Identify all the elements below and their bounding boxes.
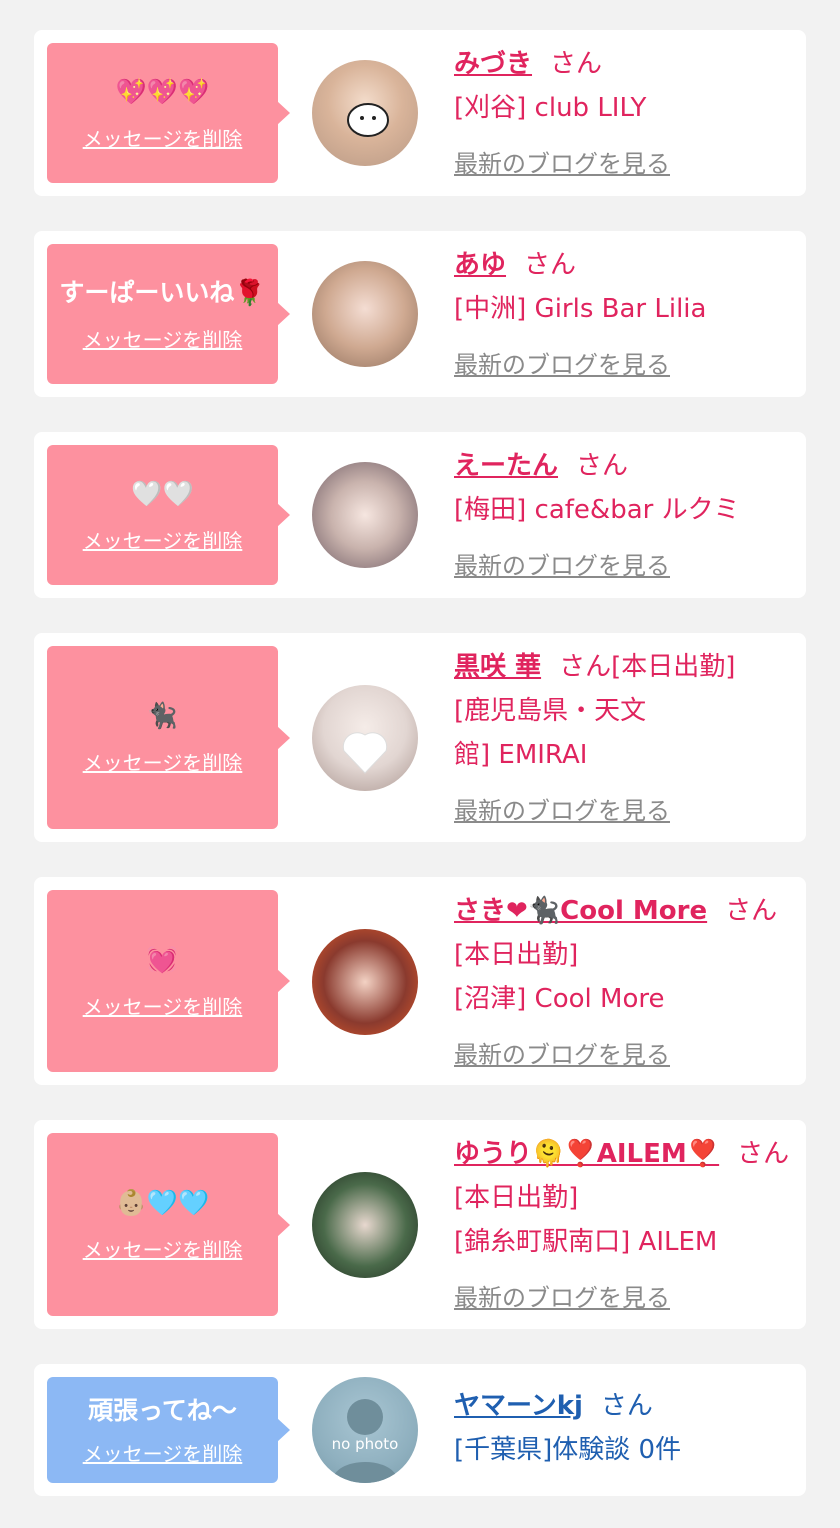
delete-message-link[interactable]: メッセージを削除 [83, 1438, 243, 1467]
message-bubble: 🤍🤍 メッセージを削除 [47, 445, 290, 585]
delete-message-link[interactable]: メッセージを削除 [83, 123, 243, 152]
avatar[interactable] [312, 261, 418, 367]
cast-name-link[interactable]: えーたん [454, 451, 558, 481]
message-card: すーぱーいいね🌹 メッセージを削除 あゆ さん [中洲] Girls Bar Li… [34, 231, 806, 397]
latest-blog-link[interactable]: 最新のブログを見る [454, 343, 670, 387]
cast-name-link[interactable]: みづき [454, 49, 532, 79]
message-text: すーぱーいいね🌹 [59, 277, 266, 307]
avatar[interactable]: no photo [312, 1377, 418, 1483]
message-card: 💖💖💖 メッセージを削除 みづき さん [刈谷] club LILY 最新のブログ… [34, 30, 806, 196]
shop-name: [鹿児島県・天文館] EMIRAI [454, 696, 647, 770]
message-text: 🐈‍⬛ [146, 701, 179, 730]
message-card: 🤍🤍 メッセージを削除 えーたん さん [梅田] cafe&bar ルクミ 最新の… [34, 432, 806, 598]
message-bubble: 🐈‍⬛ メッセージを削除 [47, 646, 290, 829]
no-photo-label: no photo [331, 1435, 399, 1453]
heart-sticker-icon [342, 732, 388, 774]
latest-blog-link[interactable]: 最新のブログを見る [454, 1033, 670, 1077]
cast-name-link[interactable]: あゆ [454, 250, 506, 280]
honorific: さん [524, 250, 577, 280]
message-bubble: 💖💖💖 メッセージを削除 [47, 43, 290, 183]
message-text: 🤍🤍 [131, 478, 194, 508]
profile-info: 黒咲 華さん[本日出勤] [鹿児島県・天文館] EMIRAI 最新のブログを見る [454, 645, 794, 833]
avatar[interactable] [312, 462, 418, 568]
latest-blog-link[interactable]: 最新のブログを見る [454, 544, 670, 588]
delete-message-link[interactable]: メッセージを削除 [83, 991, 243, 1020]
profile-info: ゆうり🫠❣️AILEM❣️ さん[本日出勤] [錦糸町駅南口] AILEM 最新の… [454, 1132, 794, 1320]
message-card: 頑張ってね〜 メッセージを削除 no photo ヤマーンkj さん [千葉県]体… [34, 1364, 806, 1496]
message-bubble: 頑張ってね〜 メッセージを削除 [47, 1377, 290, 1483]
message-card: 🐈‍⬛ メッセージを削除 黒咲 華さん[本日出勤] [鹿児島県・天文館] EMI… [34, 633, 806, 842]
delete-message-link[interactable]: メッセージを削除 [83, 747, 243, 776]
message-text: 👶🏼🩵🩵 [115, 1188, 210, 1217]
delete-message-link[interactable]: メッセージを削除 [83, 324, 243, 353]
message-card: 💓 メッセージを削除 さき❤︎🐈‍⬛Cool More さん[本日出勤] [沼津]… [34, 877, 806, 1085]
profile-info: あゆ さん [中洲] Girls Bar Lilia 最新のブログを見る [454, 243, 794, 387]
avatar[interactable] [312, 685, 418, 791]
shop-name: [梅田] cafe&bar ルクミ [454, 495, 740, 525]
latest-blog-link[interactable]: 最新のブログを見る [454, 1276, 670, 1320]
honorific: さん [600, 1391, 653, 1421]
profile-info: ヤマーンkj さん [千葉県]体験談 0件 [454, 1384, 794, 1472]
sticker-icon [347, 103, 389, 137]
profile-info: えーたん さん [梅田] cafe&bar ルクミ 最新のブログを見る [454, 444, 794, 588]
message-text: 頑張ってね〜 [88, 1395, 237, 1425]
cast-name-link[interactable]: ゆうり🫠❣️AILEM❣️ [454, 1139, 719, 1169]
delete-message-link[interactable]: メッセージを削除 [83, 1234, 243, 1263]
profile-info: みづき さん [刈谷] club LILY 最新のブログを見る [454, 42, 794, 186]
message-card: 👶🏼🩵🩵 メッセージを削除 ゆうり🫠❣️AILEM❣️ さん[本日出勤] [錦糸町… [34, 1120, 806, 1329]
message-bubble: すーぱーいいね🌹 メッセージを削除 [47, 244, 290, 384]
cast-name-link[interactable]: さき❤︎🐈‍⬛Cool More [454, 896, 707, 926]
profile-info: さき❤︎🐈‍⬛Cool More さん[本日出勤] [沼津] Cool More … [454, 889, 794, 1077]
avatar[interactable] [312, 1172, 418, 1278]
avatar[interactable] [312, 929, 418, 1035]
shop-name: [中洲] Girls Bar Lilia [454, 294, 707, 324]
latest-blog-link[interactable]: 最新のブログを見る [454, 789, 670, 833]
honorific: さん [576, 451, 629, 481]
honorific: さん [550, 49, 603, 79]
user-name-link[interactable]: ヤマーンkj [454, 1391, 583, 1421]
message-text: 💓 [146, 944, 179, 974]
message-bubble: 👶🏼🩵🩵 メッセージを削除 [47, 1133, 290, 1316]
shop-name: [錦糸町駅南口] AILEM [454, 1227, 718, 1257]
message-text: 💖💖💖 [115, 76, 210, 106]
silhouette-icon [332, 1399, 398, 1483]
avatar[interactable] [312, 60, 418, 166]
delete-message-link[interactable]: メッセージを削除 [83, 525, 243, 554]
shop-name: [刈谷] club LILY [454, 93, 647, 123]
latest-blog-link[interactable]: 最新のブログを見る [454, 142, 670, 186]
shop-name: [沼津] Cool More [454, 984, 665, 1014]
message-bubble: 💓 メッセージを削除 [47, 890, 290, 1072]
honorific: さん[本日出勤] [559, 652, 736, 682]
cast-name-link[interactable]: 黒咲 華 [454, 652, 541, 682]
review-count: [千葉県]体験談 0件 [454, 1435, 682, 1465]
